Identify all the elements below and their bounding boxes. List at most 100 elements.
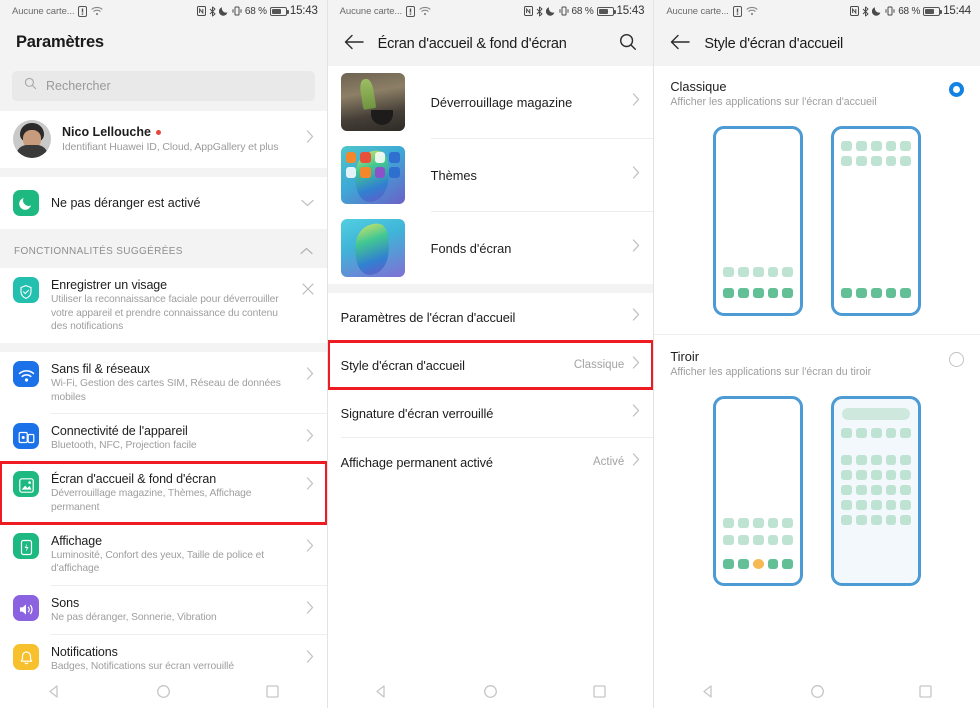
row-subtitle: Utiliser la reconnaissance faciale pour … (51, 294, 279, 333)
option-subtitle: Afficher les applications sur l'écran du… (670, 366, 872, 378)
battery-percent-label: 68 % (898, 5, 921, 17)
section-gap (327, 284, 654, 293)
device-connect-icon (13, 423, 39, 450)
brightness-icon (13, 532, 39, 559)
chevron-right-icon (632, 453, 640, 471)
battery-icon (923, 6, 943, 16)
page-title: Style d'écran d'accueil (704, 36, 844, 52)
search-icon[interactable] (619, 33, 637, 56)
profile-name: Nico Lellouche (62, 125, 151, 139)
classique-previews (654, 108, 980, 316)
page-title-bar: Paramètres (0, 22, 327, 62)
arrow-left-icon[interactable] (670, 34, 691, 55)
back-triangle-icon[interactable] (374, 684, 389, 699)
radio-button-classique[interactable] (948, 82, 964, 97)
home-circle-icon[interactable] (810, 684, 825, 699)
phone-preview-home (713, 126, 804, 316)
list-item-lock-screen-signature[interactable]: Signature d'écran verrouillé (327, 389, 654, 437)
list-item-label: Paramètres de l'écran d'accueil (340, 309, 516, 325)
list-item-label: Déverrouillage magazine (430, 94, 573, 110)
battery-percent-label: 68 % (571, 5, 594, 17)
recents-square-icon[interactable] (265, 684, 280, 699)
settings-row-wireless[interactable]: Sans fil & réseaux Wi-Fi, Gestion des ca… (0, 352, 327, 414)
list-item-home-screen-settings[interactable]: Paramètres de l'écran d'accueil (327, 293, 654, 341)
list-item-magazine-unlock[interactable]: Déverrouillage magazine (327, 66, 654, 138)
chevron-right-icon (632, 356, 640, 374)
close-icon[interactable] (302, 277, 314, 295)
wifi-icon (91, 6, 103, 16)
carrier-label: Aucune carte... (666, 5, 729, 17)
chevron-right-icon (632, 404, 640, 422)
bluetooth-icon (536, 6, 543, 17)
list-item-label: Style d'écran d'accueil (340, 357, 465, 373)
settings-row-display[interactable]: Affichage Luminosité, Confort des yeux, … (0, 523, 327, 585)
row-subtitle: Badges, Notifications sur écran verrouil… (51, 660, 234, 672)
row-title: Notifications (51, 644, 118, 659)
tiroir-previews (654, 378, 980, 586)
sim-alert-icon (78, 5, 88, 17)
row-subtitle: Bluetooth, NFC, Projection facile (51, 440, 197, 452)
bluetooth-icon (209, 6, 216, 17)
settings-row-sounds[interactable]: Sons Ne pas déranger, Sonnerie, Vibratio… (0, 585, 327, 634)
chevron-right-icon (632, 308, 640, 326)
moon-icon (13, 190, 39, 216)
status-bar: Aucune carte... (0, 0, 327, 22)
face-shield-icon (13, 277, 39, 303)
dnd-card[interactable]: Ne pas déranger est activé (0, 177, 327, 229)
chevron-right-icon (306, 130, 314, 148)
list-item-always-on-display[interactable]: Affichage permanent activé Activé (327, 438, 654, 486)
speaker-icon (13, 594, 39, 621)
search-input[interactable]: Rechercher (12, 71, 315, 101)
option-tiroir[interactable]: Tiroir Afficher les applications sur l'é… (654, 349, 980, 378)
phone-preview-home-drawer (713, 396, 804, 586)
chevron-up-icon[interactable] (300, 242, 313, 260)
style-options: Classique Afficher les applications sur … (654, 66, 980, 708)
panel-settings-root: Aucune carte... 68 % 15:43 Paramètres Re… (0, 0, 327, 708)
wifi-icon (746, 6, 758, 16)
moon-icon (545, 6, 556, 16)
home-circle-icon[interactable] (156, 684, 171, 699)
recents-square-icon[interactable] (592, 684, 607, 699)
moon-icon (218, 6, 229, 16)
settings-row-connectivity[interactable]: Connectivité de l'appareil Bluetooth, NF… (0, 414, 327, 463)
carrier-label: Aucune carte... (12, 5, 75, 17)
nfc-icon (523, 6, 533, 16)
navigation-bar (327, 675, 654, 708)
settings-row-face[interactable]: Enregistrer un visage Utiliser la reconn… (0, 268, 327, 344)
chevron-down-icon[interactable] (301, 194, 314, 212)
chevron-right-icon (306, 471, 314, 490)
clock-label: 15:44 (943, 5, 971, 17)
vibrate-icon (885, 6, 895, 16)
chevron-right-icon (306, 595, 314, 614)
list-item-wallpapers[interactable]: Fonds d'écran (327, 212, 654, 284)
section-gap (0, 343, 327, 353)
settings-scroll-area: Rechercher Nico Lellouche Identifiant Hu… (0, 62, 327, 708)
option-classique[interactable]: Classique Afficher les applications sur … (654, 79, 980, 108)
list-item-themes[interactable]: Thèmes (327, 139, 654, 211)
nfc-icon (850, 6, 860, 16)
row-title: Écran d'accueil & fond d'écran (51, 472, 217, 487)
chevron-right-icon (632, 93, 640, 111)
bell-icon (13, 643, 39, 670)
radio-button-tiroir[interactable] (948, 352, 964, 367)
settings-row-home-screen-wallpaper[interactable]: Écran d'accueil & fond d'écran Déverroui… (0, 461, 327, 525)
row-subtitle: Wi-Fi, Gestion des cartes SIM, Réseau de… (51, 378, 281, 403)
battery-percent-label: 68 % (244, 5, 267, 17)
drawer-search-bar (842, 408, 911, 420)
nfc-icon (196, 6, 206, 16)
profile-subtitle: Identifiant Huawei ID, Cloud, AppGallery… (62, 141, 279, 153)
home-circle-icon[interactable] (483, 684, 498, 699)
content-list: Déverrouillage magazine Thèmes Fonds d'é… (327, 66, 654, 708)
sim-alert-icon (732, 5, 742, 17)
app-bar: Style d'écran d'accueil (654, 22, 980, 66)
arrow-left-icon[interactable] (344, 34, 364, 55)
phone-preview-apps (831, 126, 922, 316)
recents-square-icon[interactable] (918, 684, 933, 699)
list-item-home-screen-style[interactable]: Style d'écran d'accueil Classique (327, 340, 654, 390)
profile-card[interactable]: Nico Lellouche Identifiant Huawei ID, Cl… (0, 111, 327, 168)
back-triangle-icon[interactable] (47, 684, 62, 699)
status-bar: Aucune carte... (654, 0, 980, 22)
wallpaper-thumbnail (340, 219, 405, 277)
back-triangle-icon[interactable] (701, 684, 716, 699)
wifi-icon (13, 361, 39, 388)
